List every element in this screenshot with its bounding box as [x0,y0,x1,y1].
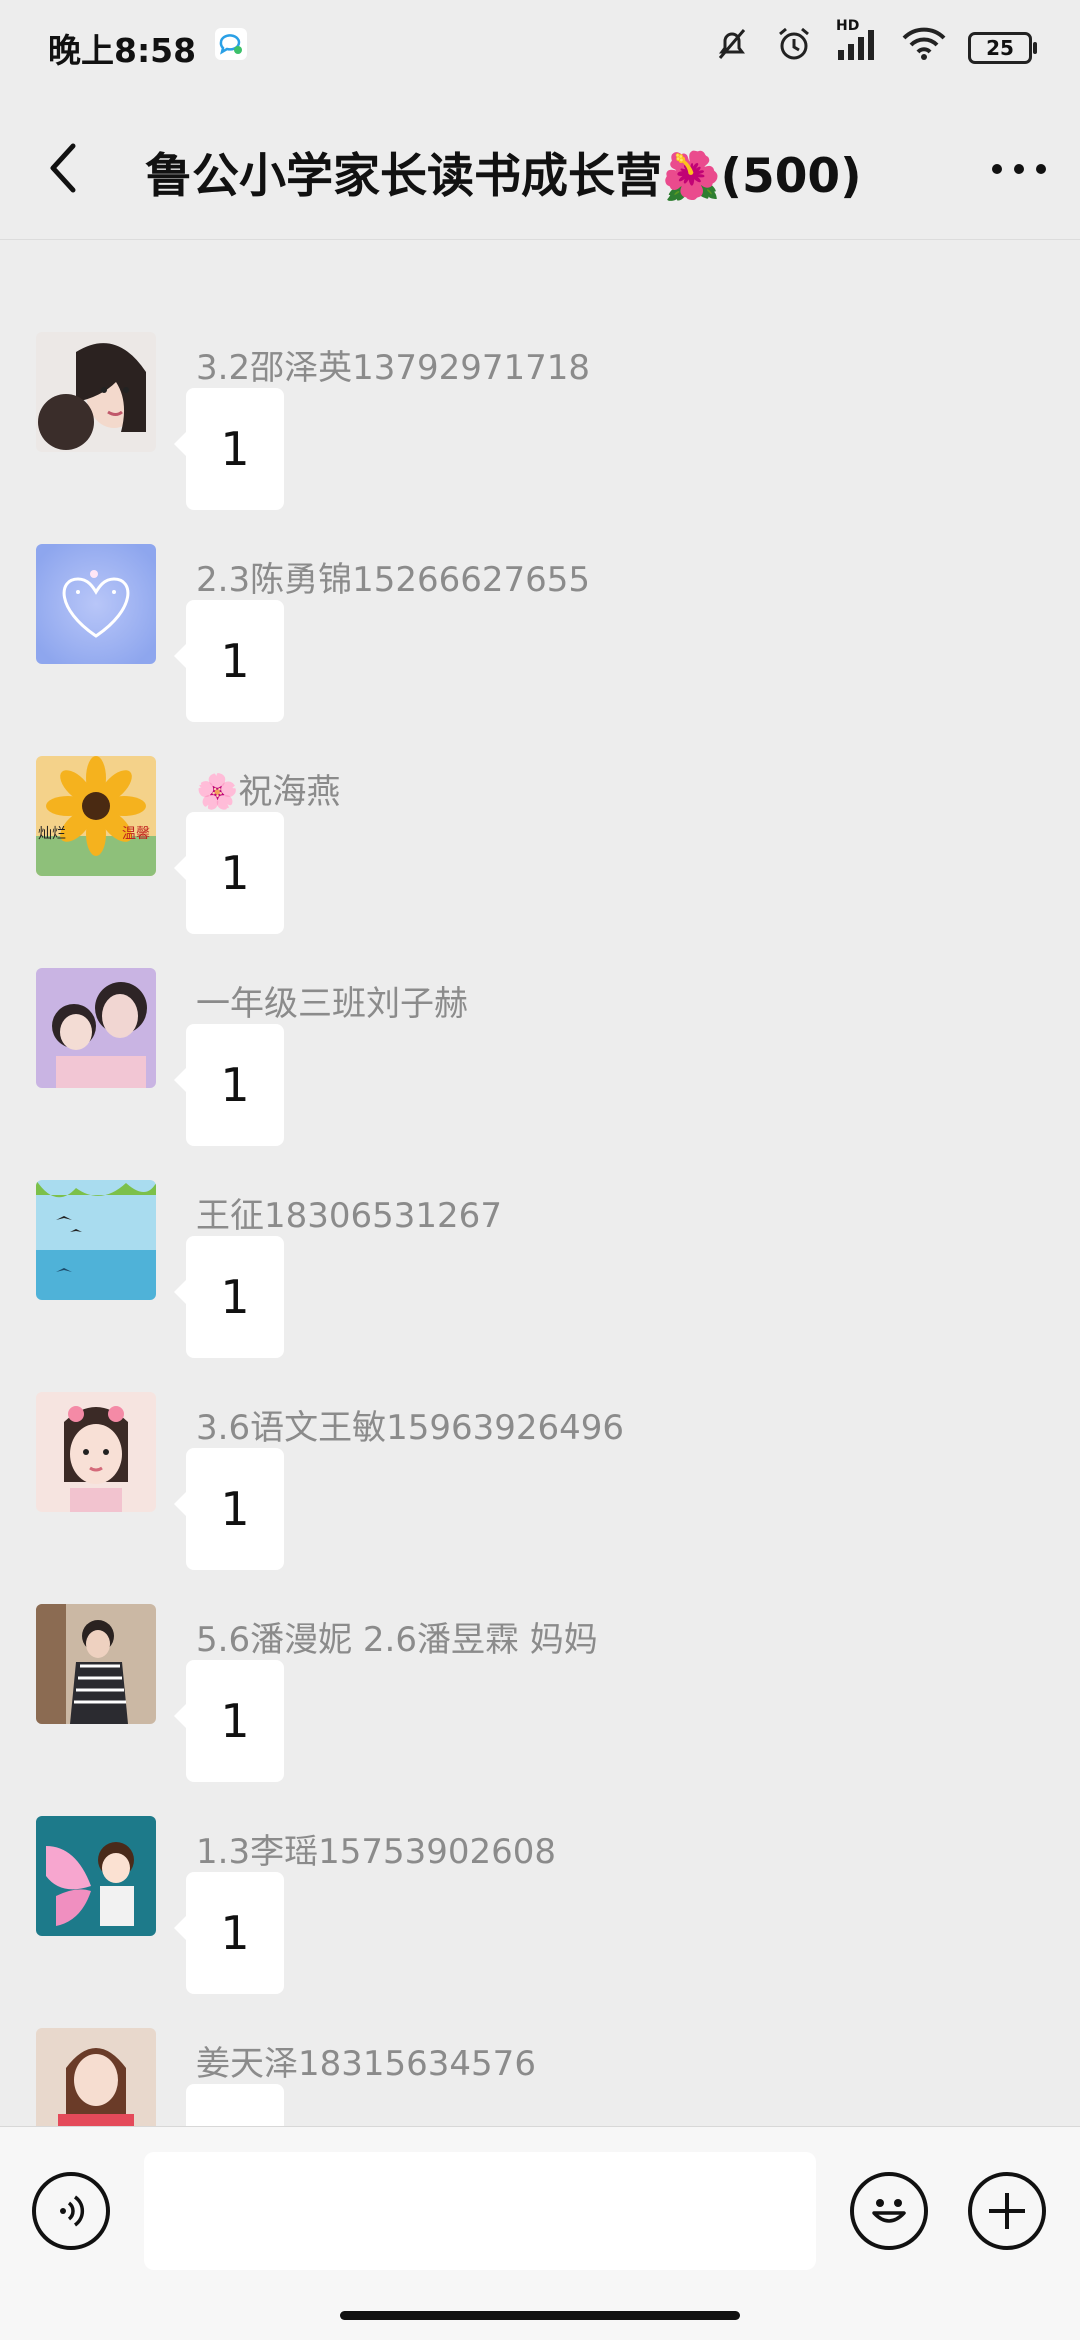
avatar[interactable] [36,544,156,664]
avatar[interactable] [36,332,156,452]
sender-name: 一年级三班刘子赫 [196,984,468,1024]
avatar-caption-right: 温馨 [122,826,150,842]
more-icon [992,164,1046,174]
message-bubble[interactable]: 1 [186,2084,284,2126]
chat-header: 鲁公小学家长读书成长营🌺(500) [0,95,1080,240]
chat-message: 5.6潘漫妮 2.6潘昱霖 妈妈 1 [0,1604,1080,1816]
battery-icon: 25 [968,31,1037,64]
chevron-left-icon [50,143,76,193]
hd-label: HD [836,17,860,34]
voice-icon [60,2195,85,2227]
message-bubble[interactable]: 1 [174,388,284,510]
sender-name: 王征18306531267 [196,1196,502,1236]
message-bubble[interactable]: 1 [174,600,284,722]
chat-message-list[interactable]: 1 3.2邵泽英13792971718 1 [0,240,1080,2126]
sender-name: 2.3陈勇锦15266627655 [196,560,591,600]
chat-bubble-icon [214,27,248,69]
sender-name: 3.6语文王敏15963926496 [196,1408,625,1448]
plus-icon [989,2193,1025,2229]
chat-message: 灿烂 温馨 🌸祝海燕 1 [0,756,1080,968]
sender-name: 3.2邵泽英13792971718 [196,348,591,388]
back-button[interactable] [28,133,98,203]
avatar[interactable] [36,1816,156,1936]
emoji-icon [872,2199,906,2223]
sender-name: 5.6潘漫妮 2.6潘昱霖 妈妈 [196,1620,598,1660]
chat-input-bar [0,2126,1080,2340]
chat-message: 1 [0,240,1080,274]
avatar[interactable] [36,968,156,1088]
page-title: 鲁公小学家长读书成长营🌺(500) [145,149,862,204]
sender-name: 姜天泽18315634576 [196,2044,536,2084]
avatar-caption-left: 灿烂 [38,826,66,842]
more-button[interactable] [984,139,1054,199]
wifi-icon [902,26,946,70]
message-bubble[interactable]: 1 [174,812,284,934]
sender-name: 1.3李瑶15753902608 [196,1832,557,1872]
chat-message: 一年级三班刘子赫 1 [0,968,1080,1180]
message-input[interactable] [144,2152,816,2270]
message-bubble[interactable]: 1 [174,1660,284,1782]
message-bubble[interactable]: 1 [174,1024,284,1146]
mute-icon [712,24,752,72]
home-indicator[interactable] [340,2311,740,2320]
chat-message: 1.3李瑶15753902608 1 [0,1816,1080,2028]
message-bubble[interactable]: 1 [174,1236,284,1358]
chat-message: 2.3陈勇锦15266627655 1 [0,544,1080,756]
chat-message: 3.2邵泽英13792971718 1 [0,332,1080,544]
signal-icon: HD [836,18,880,70]
alarm-icon [774,24,814,72]
chat-message: 3.6语文王敏15963926496 1 [0,1392,1080,1604]
chat-message: 王征18306531267 1 [0,1180,1080,1392]
status-time: 晚上8:58 [48,30,197,70]
message-bubble[interactable]: 1 [174,1872,284,1994]
message-bubble[interactable]: 1 [174,1448,284,1570]
avatar[interactable] [36,1604,156,1724]
avatar[interactable] [36,1180,156,1300]
sender-name: 🌸祝海燕 [196,772,341,812]
status-bar: 晚上8:58 HD 25 [0,0,1080,95]
avatar[interactable] [36,1392,156,1512]
avatar[interactable]: 灿烂 温馨 [36,756,156,876]
voice-button[interactable] [32,2172,110,2250]
chat-message: 姜天泽18315634576 1 [0,2028,1080,2126]
avatar[interactable] [36,2028,156,2126]
plus-button[interactable] [968,2172,1046,2250]
emoji-button[interactable] [850,2172,928,2250]
